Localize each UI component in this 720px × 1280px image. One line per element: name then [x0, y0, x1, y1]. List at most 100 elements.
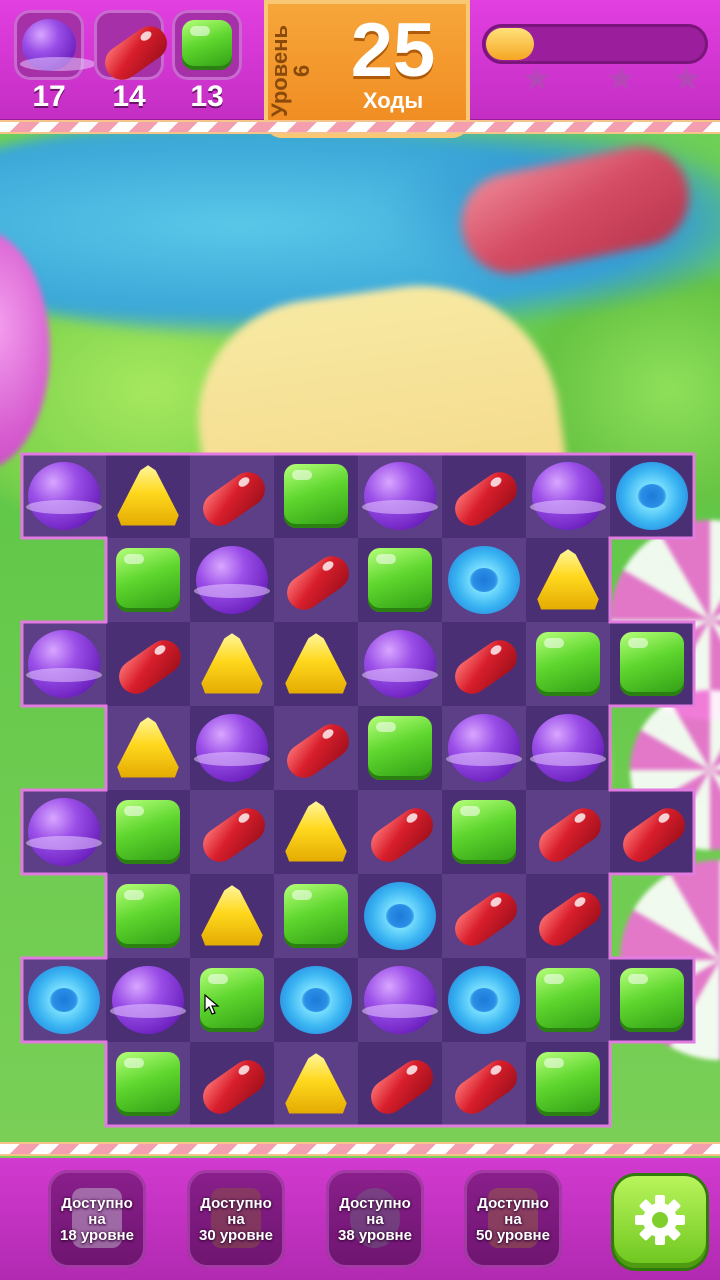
purple-candy-icon[interactable]	[362, 966, 438, 1034]
green-candy-icon[interactable]	[536, 632, 600, 696]
blue-candy-icon[interactable]	[280, 966, 352, 1034]
yellow-candy-icon[interactable]	[284, 632, 348, 696]
green-candy-icon[interactable]	[116, 884, 180, 948]
booster-slot-4[interactable]: Доступно на 50 уровне	[464, 1170, 562, 1268]
board-cell[interactable]	[190, 538, 274, 622]
board-cell[interactable]	[526, 706, 610, 790]
board-cell[interactable]	[442, 790, 526, 874]
green-candy-icon[interactable]	[284, 464, 348, 528]
board-cell[interactable]	[22, 790, 106, 874]
board-cell[interactable]	[442, 454, 526, 538]
board-cell[interactable]	[190, 622, 274, 706]
board-cell[interactable]	[526, 538, 610, 622]
red-candy-icon[interactable]	[368, 800, 432, 864]
purple-candy-icon[interactable]	[362, 462, 438, 530]
board-cell[interactable]	[358, 622, 442, 706]
board-cell[interactable]	[358, 454, 442, 538]
board-cell[interactable]	[274, 706, 358, 790]
board-cell[interactable]	[22, 958, 106, 1042]
purple-candy-icon[interactable]	[110, 966, 186, 1034]
board-cell[interactable]	[358, 874, 442, 958]
green-candy-icon[interactable]	[620, 632, 684, 696]
purple-candy-icon[interactable]	[362, 630, 438, 698]
board-cell[interactable]	[442, 874, 526, 958]
purple-candy-icon[interactable]	[26, 462, 102, 530]
yellow-candy-icon[interactable]	[116, 716, 180, 780]
board-cell[interactable]	[526, 622, 610, 706]
booster-slot-2[interactable]: Доступно на 30 уровне	[187, 1170, 285, 1268]
board-cell[interactable]	[610, 454, 694, 538]
purple-candy-icon[interactable]	[26, 798, 102, 866]
green-candy-icon[interactable]	[368, 548, 432, 612]
red-candy-icon[interactable]	[368, 1052, 432, 1116]
board-cell[interactable]	[190, 1042, 274, 1126]
board-cell[interactable]	[106, 958, 190, 1042]
board-cell[interactable]	[22, 622, 106, 706]
blue-candy-icon[interactable]	[364, 882, 436, 950]
board-cell[interactable]	[22, 454, 106, 538]
board-cell[interactable]	[526, 874, 610, 958]
board-cell[interactable]	[358, 538, 442, 622]
purple-candy-icon[interactable]	[194, 546, 270, 614]
board-cell[interactable]	[274, 454, 358, 538]
green-candy-icon[interactable]	[116, 800, 180, 864]
board-cell[interactable]	[526, 454, 610, 538]
red-candy-icon[interactable]	[200, 1052, 264, 1116]
board-cell[interactable]	[106, 706, 190, 790]
red-candy-icon[interactable]	[536, 884, 600, 948]
purple-candy-icon[interactable]	[194, 714, 270, 782]
red-candy-icon[interactable]	[452, 632, 516, 696]
yellow-candy-icon[interactable]	[536, 548, 600, 612]
red-candy-icon[interactable]	[116, 632, 180, 696]
board-cell[interactable]	[442, 958, 526, 1042]
board-cell[interactable]	[442, 706, 526, 790]
blue-candy-icon[interactable]	[616, 462, 688, 530]
green-candy-icon[interactable]	[368, 716, 432, 780]
green-candy-icon[interactable]	[536, 968, 600, 1032]
board-cell[interactable]	[274, 958, 358, 1042]
board-cell[interactable]	[442, 1042, 526, 1126]
green-candy-icon[interactable]	[536, 1052, 600, 1116]
board-cell[interactable]	[526, 1042, 610, 1126]
board-cell[interactable]	[190, 706, 274, 790]
red-candy-icon[interactable]	[452, 464, 516, 528]
board-cell[interactable]	[106, 874, 190, 958]
yellow-candy-icon[interactable]	[116, 464, 180, 528]
board-cell[interactable]	[610, 790, 694, 874]
red-candy-icon[interactable]	[452, 1052, 516, 1116]
red-candy-icon[interactable]	[284, 716, 348, 780]
board-cell[interactable]	[358, 706, 442, 790]
purple-candy-icon[interactable]	[530, 462, 606, 530]
board-cell[interactable]	[190, 454, 274, 538]
board-cell[interactable]	[190, 790, 274, 874]
board-cell[interactable]	[106, 454, 190, 538]
blue-candy-icon[interactable]	[448, 546, 520, 614]
red-candy-icon[interactable]	[536, 800, 600, 864]
red-candy-icon[interactable]	[620, 800, 684, 864]
green-candy-icon[interactable]	[620, 968, 684, 1032]
booster-slot-3[interactable]: Доступно на 38 уровне	[326, 1170, 424, 1268]
red-candy-icon[interactable]	[452, 884, 516, 948]
purple-candy-icon[interactable]	[530, 714, 606, 782]
board-cell[interactable]	[190, 958, 274, 1042]
board-cell[interactable]	[106, 538, 190, 622]
board-cell[interactable]	[190, 874, 274, 958]
board-cell[interactable]	[526, 790, 610, 874]
purple-candy-icon[interactable]	[26, 630, 102, 698]
board-cell[interactable]	[610, 958, 694, 1042]
green-candy-icon[interactable]	[284, 884, 348, 948]
yellow-candy-icon[interactable]	[200, 884, 264, 948]
board-cell[interactable]	[274, 622, 358, 706]
green-candy-icon[interactable]	[116, 548, 180, 612]
board-cell[interactable]	[274, 790, 358, 874]
board-cell[interactable]	[358, 1042, 442, 1126]
red-candy-icon[interactable]	[200, 800, 264, 864]
board-cell[interactable]	[106, 1042, 190, 1126]
blue-candy-icon[interactable]	[448, 966, 520, 1034]
board-cell[interactable]	[358, 958, 442, 1042]
red-candy-icon[interactable]	[284, 548, 348, 612]
purple-candy-icon[interactable]	[446, 714, 522, 782]
yellow-candy-icon[interactable]	[200, 632, 264, 696]
board-cell[interactable]	[274, 1042, 358, 1126]
green-candy-icon[interactable]	[452, 800, 516, 864]
